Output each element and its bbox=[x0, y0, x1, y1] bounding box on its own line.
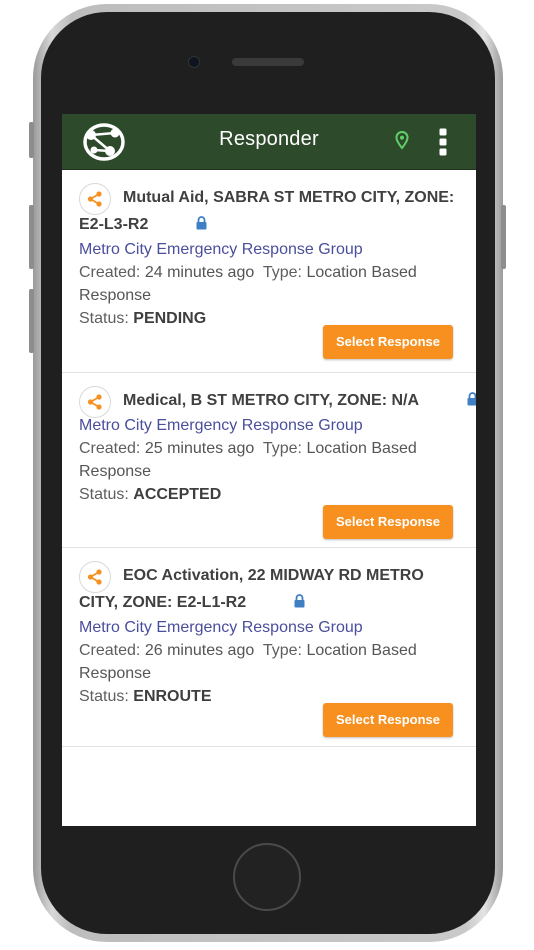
response-title: EOC Activation, 22 MIDWAY RD METRO CITY,… bbox=[79, 562, 458, 616]
select-response-button[interactable]: Select Response bbox=[323, 325, 453, 359]
lock-icon bbox=[423, 388, 476, 406]
status-value: PENDING bbox=[133, 310, 207, 327]
type-label: Type: bbox=[262, 440, 302, 457]
response-group[interactable]: Metro City Emergency Response Group bbox=[79, 238, 458, 261]
mute-switch bbox=[29, 122, 34, 158]
share-icon bbox=[79, 386, 111, 418]
status-label: Status: bbox=[79, 688, 129, 705]
home-button[interactable] bbox=[233, 843, 301, 911]
created-label: Created: bbox=[79, 264, 141, 281]
response-title-text: EOC Activation, 22 MIDWAY RD METRO CITY,… bbox=[79, 567, 424, 611]
select-response-button[interactable]: Select Response bbox=[323, 703, 453, 737]
more-vertical-icon[interactable] bbox=[439, 128, 447, 156]
created-value: 26 minutes ago bbox=[144, 642, 255, 659]
response-title-text: Mutual Aid, SABRA ST METRO CITY, ZONE: E… bbox=[79, 189, 455, 233]
volume-down-button bbox=[29, 289, 34, 353]
status-value: ENROUTE bbox=[133, 688, 212, 705]
app-screen: Responder Mutual Aid, SABRA ST METRO CIT… bbox=[62, 114, 476, 826]
response-card: Mutual Aid, SABRA ST METRO CITY, ZONE: E… bbox=[62, 170, 476, 373]
created-label: Created: bbox=[79, 642, 141, 659]
response-group[interactable]: Metro City Emergency Response Group bbox=[79, 414, 458, 437]
created-value: 24 minutes ago bbox=[144, 264, 255, 281]
response-card: EOC Activation, 22 MIDWAY RD METRO CITY,… bbox=[62, 548, 476, 747]
select-response-button[interactable]: Select Response bbox=[323, 505, 453, 539]
response-meta: Created: 25 minutes ago Type: Location B… bbox=[79, 437, 458, 483]
response-meta: Created: 24 minutes ago Type: Location B… bbox=[79, 261, 458, 307]
power-button bbox=[501, 205, 506, 269]
volume-up-button bbox=[29, 205, 34, 269]
lock-icon bbox=[152, 212, 207, 230]
app-header: Responder bbox=[62, 114, 476, 170]
response-group[interactable]: Metro City Emergency Response Group bbox=[79, 616, 458, 639]
response-status: Status: ACCEPTED bbox=[79, 483, 458, 506]
status-label: Status: bbox=[79, 310, 129, 327]
page-title: Responder bbox=[219, 128, 319, 150]
share-icon bbox=[79, 183, 111, 215]
response-title: Mutual Aid, SABRA ST METRO CITY, ZONE: E… bbox=[79, 184, 458, 238]
response-list: Mutual Aid, SABRA ST METRO CITY, ZONE: E… bbox=[62, 170, 476, 747]
created-value: 25 minutes ago bbox=[144, 440, 255, 457]
response-card: Medical, B ST METRO CITY, ZONE: N/A Metr… bbox=[62, 373, 476, 548]
response-title: Medical, B ST METRO CITY, ZONE: N/A bbox=[79, 387, 476, 414]
lock-icon bbox=[250, 590, 305, 608]
share-icon bbox=[79, 561, 111, 593]
response-meta: Created: 26 minutes ago Type: Location B… bbox=[79, 639, 458, 685]
map-pin-icon[interactable] bbox=[395, 130, 409, 151]
status-value: ACCEPTED bbox=[133, 486, 222, 503]
status-label: Status: bbox=[79, 486, 129, 503]
front-camera bbox=[188, 56, 200, 68]
type-label: Type: bbox=[262, 264, 302, 281]
created-label: Created: bbox=[79, 440, 141, 457]
response-title-text: Medical, B ST METRO CITY, ZONE: N/A bbox=[123, 392, 420, 409]
earpiece-speaker bbox=[232, 58, 304, 66]
type-label: Type: bbox=[262, 642, 302, 659]
